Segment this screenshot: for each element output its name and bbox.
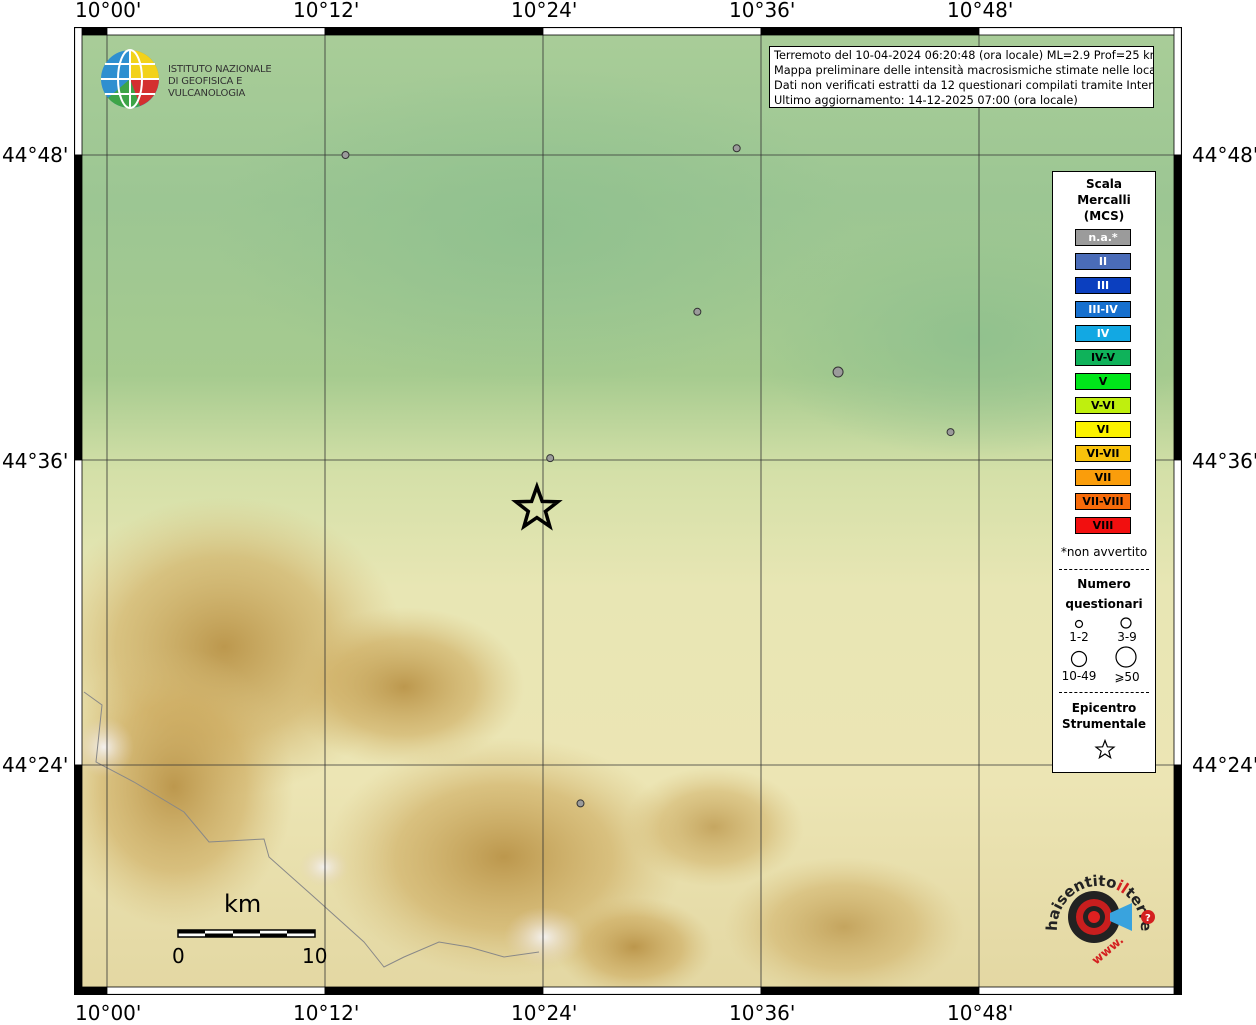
scale-unit: km [224, 890, 262, 918]
frame-band [74, 764, 83, 995]
size-label: 3-9 [1117, 630, 1137, 644]
scale-end: 10 [302, 944, 328, 968]
scale-bar: km 0 10 [170, 890, 330, 970]
event-update-time: Ultimo aggiornamento: 14-12-2025 07:00 (… [774, 94, 1078, 107]
legend-swatch: VIII [1075, 517, 1131, 534]
legend-swatch: n.a.* [1075, 229, 1131, 246]
lon-label: 10°36' [729, 1001, 796, 1025]
observation-point[interactable] [946, 428, 955, 437]
legend-swatch: IV-V [1075, 349, 1131, 366]
legend-swatch: II [1075, 253, 1131, 270]
legend-swatch: V-VI [1075, 397, 1131, 414]
event-title: Terremoto del 10-04-2024 06:20:48 (ora l… [774, 49, 1154, 62]
frame-band [760, 986, 980, 995]
size-circle-xlarge [1115, 646, 1137, 668]
lon-label: 10°48' [947, 0, 1014, 22]
scale-ruler [177, 929, 316, 938]
ingv-logo: ISTITUTO NAZIONALE DI GEOFISICA E VULCAN… [100, 48, 315, 110]
map-frame[interactable] [74, 27, 1182, 995]
frame-band [106, 27, 326, 36]
ingv-logo-text: ISTITUTO NAZIONALE DI GEOFISICA E VULCAN… [168, 64, 315, 100]
logo-line: DI GEOFISICA E VULCANOLOGIA [168, 76, 246, 99]
legend-swatch: VI-VII [1075, 445, 1131, 462]
svg-text:?: ? [1145, 913, 1151, 924]
size-circle-large [1070, 650, 1088, 668]
frame-band [978, 986, 1182, 995]
frame-band [542, 986, 762, 995]
lon-label: 10°48' [947, 1001, 1014, 1025]
event-description: Mappa preliminare delle intensità macros… [774, 64, 1154, 77]
legend-swatch: IV [1075, 325, 1131, 342]
star-icon [1094, 739, 1116, 760]
observation-point[interactable] [693, 307, 702, 316]
epicenter-title: Epicentro Strumentale [1061, 701, 1147, 731]
legend-swatch: VII-VIII [1075, 493, 1131, 510]
observation-point[interactable] [732, 144, 741, 153]
legend-divider [1059, 569, 1149, 570]
frame-band [324, 27, 544, 36]
frame-band [978, 27, 1182, 36]
terrain-peak [74, 717, 134, 777]
legend-swatch: III [1075, 277, 1131, 294]
size-label: 1-2 [1069, 630, 1089, 644]
lon-label: 10°36' [729, 0, 796, 22]
size-label: 10-49 [1061, 669, 1097, 683]
map-canvas[interactable] [74, 27, 1182, 995]
size-label: ⩾50 [1114, 670, 1140, 684]
lon-label: 10°24' [511, 1001, 578, 1025]
terrain-peak [299, 847, 349, 887]
lat-label: 44°36' [1192, 449, 1256, 473]
frame-band [1173, 459, 1182, 766]
legend-swatch: III-IV [1075, 301, 1131, 318]
lon-label: 10°00' [75, 1001, 142, 1025]
haisentito-logo-icon: haisentitoilterremoto.it ? www. [1028, 841, 1155, 967]
lon-label: 10°12' [293, 0, 360, 22]
lat-label: 44°48' [1192, 143, 1256, 167]
lon-label: 10°00' [75, 0, 142, 22]
lat-label: 44°36' [2, 449, 69, 473]
observation-point[interactable] [546, 454, 555, 463]
legend-swatch: V [1075, 373, 1131, 390]
frame-band [106, 986, 326, 995]
lat-label: 44°24' [1192, 753, 1256, 777]
frame-band [760, 27, 980, 36]
ingv-globe-icon [101, 49, 159, 109]
observation-point[interactable] [576, 799, 585, 808]
terrain-peak [504, 907, 584, 967]
lat-label: 44°24' [2, 753, 69, 777]
frame-band [74, 27, 83, 156]
scale-start: 0 [172, 944, 185, 968]
not-felt-note: *non avvertito [1060, 545, 1148, 559]
event-info-box: Terremoto del 10-04-2024 06:20:48 (ora l… [769, 46, 1154, 108]
legend-swatch: VII [1075, 469, 1131, 486]
numero-title: Numero questionari [1065, 577, 1143, 611]
logo-line: ISTITUTO NAZIONALE [168, 64, 272, 75]
frame-band [74, 459, 83, 766]
intensity-legend: Scala Mercalli (MCS) n.a.* II III III-IV IV I… [1052, 171, 1156, 773]
frame-band [542, 27, 762, 36]
size-circle-small [1074, 619, 1084, 629]
lat-label: 44°48' [2, 143, 69, 167]
lon-label: 10°24' [511, 0, 578, 22]
event-data-note: Dati non verificati estratti da 12 quest… [774, 79, 1154, 92]
legend-title: Scala Mercalli (MCS) [1077, 177, 1131, 223]
observation-point[interactable] [832, 366, 844, 378]
lon-label: 10°12' [293, 1001, 360, 1025]
frame-band [1173, 27, 1182, 156]
haisentito-logo: haisentitoilterremoto.it ? www. [1028, 841, 1168, 975]
frame-band [1173, 154, 1182, 461]
frame-band [1173, 764, 1182, 995]
size-circle-medium [1120, 617, 1132, 629]
frame-band [324, 986, 544, 995]
legend-swatch: VI [1075, 421, 1131, 438]
observation-point[interactable] [341, 151, 350, 159]
terrain-mountain [724, 857, 964, 995]
frame-band [74, 154, 83, 461]
legend-divider [1059, 692, 1149, 693]
